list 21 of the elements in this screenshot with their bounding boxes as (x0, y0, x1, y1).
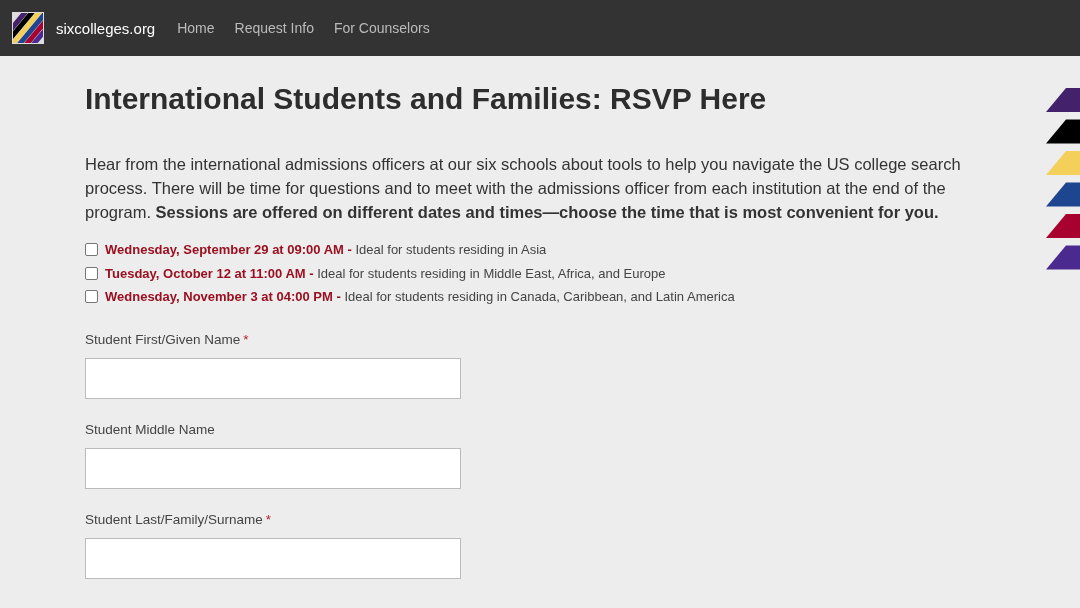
checkbox[interactable] (85, 290, 98, 304)
checkbox[interactable] (85, 266, 98, 280)
required-mark: * (243, 331, 249, 347)
required-mark: * (265, 511, 272, 527)
intro-paragraph: Hear from the international admissions officers at our six schools about tools to help you navigate the US college search process. There will be time for questions and to meet with the admissions officer from each institution at the end of the program. Sessions are offered on different dates and times—choose the time that is most convenient for you. (85, 154, 962, 223)
nav-link[interactable]: For Counselors (333, 20, 430, 36)
site-name[interactable]: sixcolleges.org (56, 19, 156, 37)
input-field[interactable] (85, 447, 461, 489)
input-field[interactable] (85, 537, 461, 579)
field-label: Student First/Given Name (85, 331, 241, 347)
logo-icon[interactable] (12, 12, 44, 44)
page-title: International Students and Families: RSVP Here (85, 82, 768, 116)
session-option-label[interactable]: Wednesday, November 3 at 04:00 PM - Ideal for students residing in Canada, Caribbean, and Latin America (105, 289, 735, 305)
nav-link[interactable]: Home (177, 20, 215, 36)
input-field[interactable] (85, 357, 461, 399)
session-option-label[interactable]: Wednesday, September 29 at 09:00 AM - Ideal for students residing in Asia (105, 242, 547, 258)
field-label: Student Middle Name (85, 421, 215, 437)
checkbox[interactable] (85, 243, 98, 257)
field-label: Student Last/Family/Surname (85, 511, 263, 527)
session-option-label[interactable]: Tuesday, October 12 at 11:00 AM - Ideal for students residing in Middle East, Africa, and Europe (105, 265, 666, 281)
nav-link[interactable]: Request Info (234, 20, 314, 36)
